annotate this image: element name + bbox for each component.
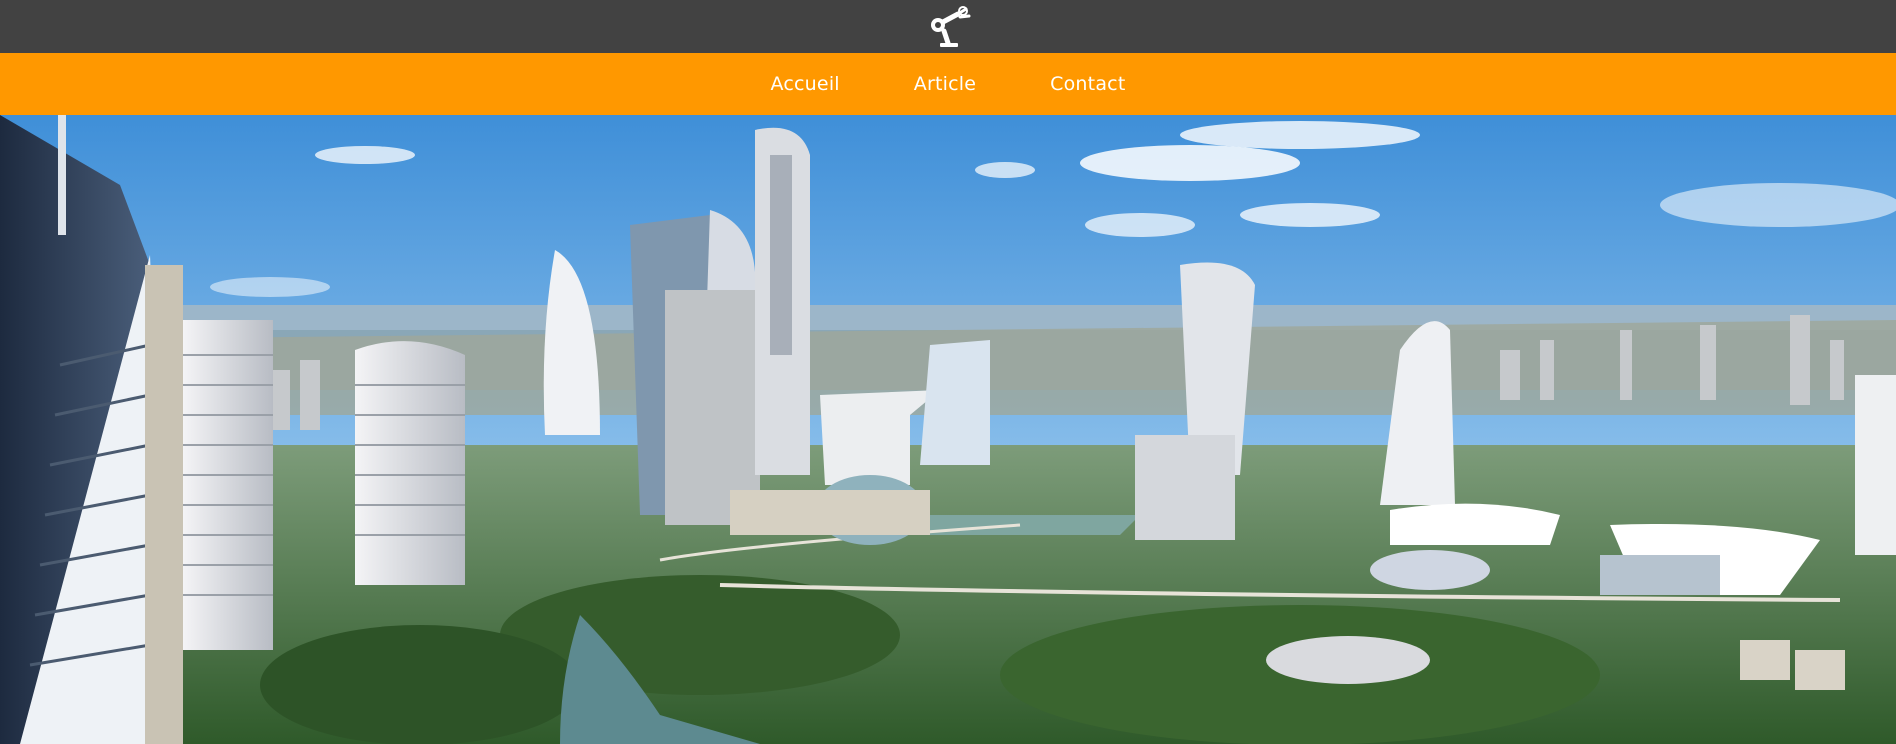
futuristic-city-skyline-image	[0, 115, 1896, 744]
hero-image	[0, 115, 1896, 744]
robot-arm-icon[interactable]	[922, 5, 974, 49]
top-header	[0, 0, 1896, 53]
nav-link-article[interactable]: Article	[914, 73, 976, 95]
nav-link-accueil[interactable]: Accueil	[771, 73, 840, 95]
nav-link-contact[interactable]: Contact	[1050, 73, 1125, 95]
main-nav: Accueil Article Contact	[0, 53, 1896, 115]
